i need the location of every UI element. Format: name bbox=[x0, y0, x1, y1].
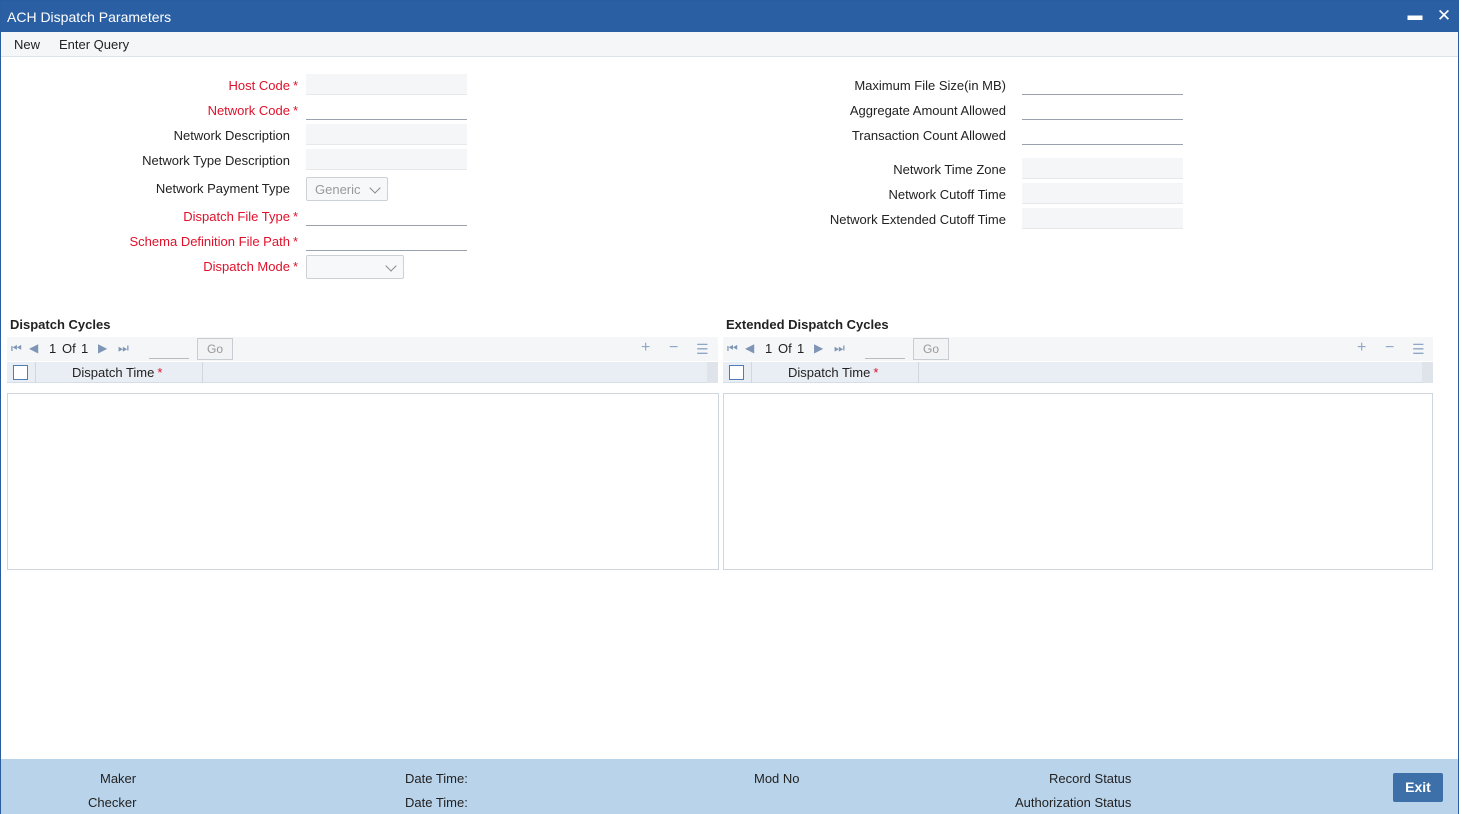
dispatch-mode-select[interactable] bbox=[306, 255, 404, 279]
maker-label: Maker bbox=[100, 771, 137, 786]
chevron-down-icon bbox=[385, 260, 397, 272]
schema-definition-file-path-input[interactable] bbox=[306, 230, 467, 251]
checker-label: Checker bbox=[88, 795, 137, 810]
dispatch-time-column-header[interactable]: Dispatch Time * bbox=[788, 365, 878, 380]
title-bar: ACH Dispatch Parameters ▬ ✕ bbox=[1, 1, 1458, 32]
current-page: 1 bbox=[765, 341, 773, 356]
audit-footer: Maker Checker Date Time: Date Time: Mod … bbox=[1, 759, 1458, 814]
maker-date-time-label: Date Time: bbox=[405, 771, 468, 786]
chevron-down-icon bbox=[369, 182, 381, 194]
of-label: Of bbox=[778, 341, 792, 356]
dispatch-time-column-header[interactable]: Dispatch Time * bbox=[72, 365, 162, 380]
dispatch-cycles-title: Dispatch Cycles bbox=[10, 317, 111, 332]
select-all-checkbox[interactable] bbox=[729, 365, 744, 380]
window-title: ACH Dispatch Parameters bbox=[7, 9, 172, 25]
extended-dispatch-cycles-grid-header: Dispatch Time * bbox=[723, 362, 1433, 383]
grid-scrollbar[interactable] bbox=[1422, 362, 1433, 383]
page-number-input[interactable] bbox=[149, 340, 189, 359]
close-icon[interactable]: ✕ bbox=[1435, 7, 1453, 25]
network-payment-type-value: Generic bbox=[315, 182, 361, 197]
network-time-zone-label: Network Time Zone bbox=[893, 162, 1006, 177]
host-code-field[interactable] bbox=[306, 74, 467, 95]
transaction-count-allowed-input[interactable] bbox=[1022, 124, 1183, 145]
network-code-label: Network Code * bbox=[207, 103, 298, 118]
dispatch-mode-label: Dispatch Mode * bbox=[203, 259, 298, 274]
extended-dispatch-cycles-title: Extended Dispatch Cycles bbox=[726, 317, 889, 332]
menu-enter-query[interactable]: Enter Query bbox=[59, 37, 129, 52]
network-type-description-field bbox=[306, 149, 467, 170]
select-all-checkbox[interactable] bbox=[13, 365, 28, 380]
maximum-file-size-label: Maximum File Size(in MB) bbox=[854, 78, 1006, 93]
previous-page-icon[interactable]: ◀ bbox=[29, 341, 38, 355]
mod-no-label: Mod No bbox=[754, 771, 800, 786]
transaction-count-allowed-label: Transaction Count Allowed bbox=[851, 128, 1006, 143]
network-payment-type-label: Network Payment Type bbox=[155, 181, 290, 196]
next-page-icon[interactable]: ▶ bbox=[814, 341, 823, 355]
dispatch-file-type-label: Dispatch File Type * bbox=[183, 209, 298, 224]
first-page-icon[interactable]: ⏮ bbox=[727, 341, 738, 356]
menu-new[interactable]: New bbox=[14, 37, 40, 52]
add-row-icon[interactable]: + bbox=[1357, 339, 1366, 357]
next-page-icon[interactable]: ▶ bbox=[98, 341, 107, 355]
go-button[interactable]: Go bbox=[913, 338, 949, 360]
network-extended-cutoff-time-field bbox=[1022, 208, 1183, 229]
schema-definition-file-path-label: Schema Definition File Path * bbox=[129, 234, 298, 249]
network-description-label: Network Description bbox=[173, 128, 290, 143]
authorization-status-label: Authorization Status bbox=[1015, 795, 1132, 810]
go-button[interactable]: Go bbox=[197, 338, 233, 360]
network-time-zone-field bbox=[1022, 158, 1183, 179]
minimize-icon[interactable]: ▬ bbox=[1406, 7, 1424, 25]
total-pages: 1 bbox=[797, 341, 805, 356]
first-page-icon[interactable]: ⏮ bbox=[11, 341, 22, 356]
last-page-icon[interactable]: ⏭ bbox=[118, 341, 129, 356]
network-code-input[interactable] bbox=[306, 99, 467, 120]
dispatch-cycles-pager: ⏮ ◀ 1 Of 1 ▶ ⏭ Go + − ☰ bbox=[7, 337, 718, 361]
menu-bar: New Enter Query bbox=[1, 32, 1458, 57]
record-status-label: Record Status bbox=[1049, 771, 1132, 786]
host-code-label: Host Code * bbox=[228, 78, 298, 93]
grid-scrollbar[interactable] bbox=[707, 362, 718, 383]
total-pages: 1 bbox=[81, 341, 89, 356]
maximum-file-size-input[interactable] bbox=[1022, 74, 1183, 95]
exit-button[interactable]: Exit bbox=[1393, 773, 1443, 802]
network-cutoff-time-field bbox=[1022, 183, 1183, 204]
ach-dispatch-parameters-window: ACH Dispatch Parameters ▬ ✕ New Enter Qu… bbox=[0, 0, 1459, 814]
add-row-icon[interactable]: + bbox=[641, 339, 650, 357]
checker-date-time-label: Date Time: bbox=[405, 795, 468, 810]
network-payment-type-select[interactable]: Generic bbox=[306, 177, 388, 201]
of-label: Of bbox=[62, 341, 76, 356]
dispatch-cycles-grid-body bbox=[7, 393, 719, 570]
aggregate-amount-allowed-input[interactable] bbox=[1022, 99, 1183, 120]
current-page: 1 bbox=[49, 341, 57, 356]
page-number-input[interactable] bbox=[865, 340, 905, 359]
list-view-icon[interactable]: ☰ bbox=[696, 341, 709, 358]
dispatch-file-type-input[interactable] bbox=[306, 205, 467, 226]
list-view-icon[interactable]: ☰ bbox=[1412, 341, 1425, 358]
network-type-description-label: Network Type Description bbox=[142, 153, 290, 168]
network-cutoff-time-label: Network Cutoff Time bbox=[888, 187, 1006, 202]
dispatch-cycles-grid-header: Dispatch Time * bbox=[7, 362, 718, 383]
extended-dispatch-cycles-pager: ⏮ ◀ 1 Of 1 ▶ ⏭ Go + − ☰ bbox=[723, 337, 1433, 361]
extended-dispatch-cycles-grid-body bbox=[723, 393, 1433, 570]
delete-row-icon[interactable]: − bbox=[1385, 339, 1394, 357]
last-page-icon[interactable]: ⏭ bbox=[834, 341, 845, 356]
previous-page-icon[interactable]: ◀ bbox=[745, 341, 754, 355]
aggregate-amount-allowed-label: Aggregate Amount Allowed bbox=[849, 103, 1006, 118]
network-extended-cutoff-time-label: Network Extended Cutoff Time bbox=[829, 212, 1006, 227]
delete-row-icon[interactable]: − bbox=[669, 339, 678, 357]
network-description-field bbox=[306, 124, 467, 145]
